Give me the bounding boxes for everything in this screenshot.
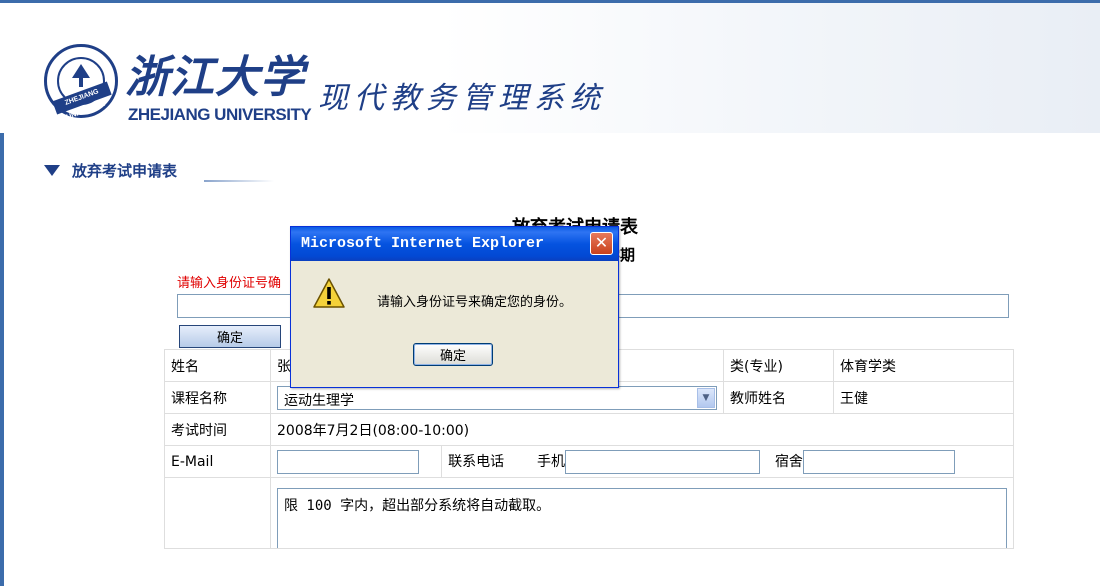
warning-icon bbox=[313, 278, 345, 308]
mobile-input[interactable] bbox=[565, 449, 761, 474]
id-prompt: 请输入身份证号确 bbox=[177, 276, 282, 291]
email-cell bbox=[269, 445, 443, 478]
system-name: 现代教务管理系统 bbox=[318, 81, 606, 116]
table-row: E-Mail 联系电话 手机 宿舍 bbox=[164, 445, 1014, 478]
teacher-value: 王健 bbox=[833, 381, 1014, 414]
dorm-label: 宿舍 bbox=[774, 453, 803, 470]
close-icon[interactable]: ✕ bbox=[590, 232, 613, 255]
phone-label: 联系电话 bbox=[448, 453, 505, 470]
table-row: 限 100 字内，超出部分系统将自动截取。 bbox=[164, 477, 1014, 549]
page-header: ZHEJIANG UNIVERSITY 浙江大学 ZHEJIANG UNIVER… bbox=[0, 3, 1100, 133]
exam-time-value: 2008年7月2日(08:00-10:00) bbox=[270, 413, 1014, 446]
phone-cell: 联系电话 手机 宿舍 bbox=[441, 445, 1014, 478]
alert-dialog: Microsoft Internet Explorer ✕ 请输入身份证号来确定… bbox=[290, 226, 619, 388]
confirm-id-button[interactable]: 确定 bbox=[179, 325, 281, 348]
table-row: 考试时间 2008年7月2日(08:00-10:00) bbox=[164, 413, 1014, 446]
triangle-down-icon bbox=[44, 165, 60, 176]
teacher-label: 教师姓名 bbox=[723, 381, 834, 414]
course-label: 课程名称 bbox=[164, 381, 271, 414]
university-name-en: ZHEJIANG UNIVERSITY bbox=[128, 105, 312, 124]
section-underline bbox=[204, 180, 274, 182]
university-seal: ZHEJIANG UNIVERSITY bbox=[44, 44, 118, 121]
remarks-cell: 限 100 字内，超出部分系统将自动截取。 bbox=[270, 477, 1014, 549]
dialog-title: Microsoft Internet Explorer bbox=[291, 227, 618, 261]
seal-tree-icon bbox=[72, 64, 90, 87]
email-input[interactable] bbox=[277, 449, 419, 474]
mobile-label: 手机 bbox=[537, 453, 566, 470]
university-name-cn: 浙江大学 bbox=[125, 52, 305, 103]
chevron-down-icon[interactable]: ▼ bbox=[697, 387, 715, 408]
remarks-label-cell bbox=[164, 477, 271, 549]
course-select[interactable]: 运动生理学 ▼ bbox=[277, 385, 717, 410]
dorm-input[interactable] bbox=[802, 449, 955, 474]
category-label: 类(专业) bbox=[723, 349, 834, 382]
remarks-textarea[interactable]: 限 100 字内，超出部分系统将自动截取。 bbox=[277, 488, 1007, 548]
category-value: 体育学类 bbox=[833, 349, 1014, 382]
remarks-hint: 限 100 字内，超出部分系统将自动截取。 bbox=[284, 498, 551, 514]
dialog-ok-button[interactable]: 确定 bbox=[413, 343, 493, 366]
dialog-message: 请输入身份证号来确定您的身份。 bbox=[377, 295, 573, 310]
exam-time-label: 考试时间 bbox=[164, 413, 271, 446]
email-label: E-Mail bbox=[164, 445, 271, 478]
name-label: 姓名 bbox=[164, 349, 271, 382]
course-select-value: 运动生理学 bbox=[284, 392, 354, 409]
section-title: 放弃考试申请表 bbox=[72, 162, 178, 180]
